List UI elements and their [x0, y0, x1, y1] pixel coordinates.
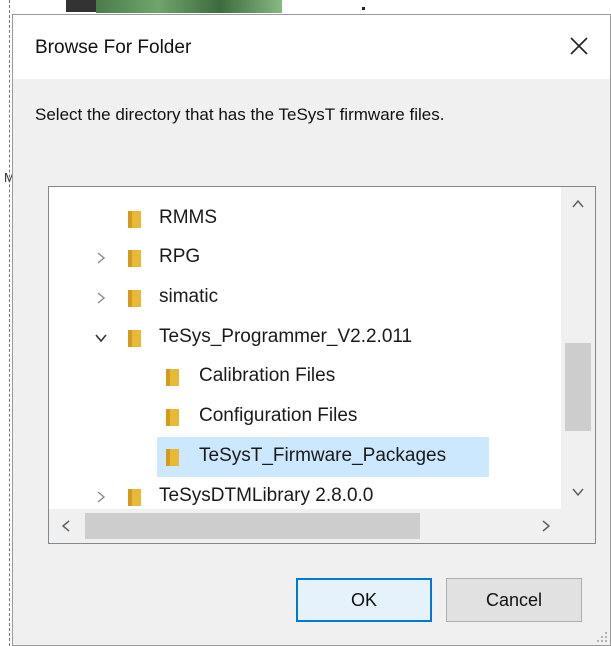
scroll-left-button[interactable] [49, 509, 83, 543]
horizontal-scroll-thumb[interactable] [85, 513, 420, 539]
browse-folder-dialog: Browse For Folder Select the directory t… [12, 14, 611, 646]
chevron-down-icon [572, 488, 584, 497]
cancel-button[interactable]: Cancel [446, 578, 582, 622]
expand-toggle[interactable] [93, 487, 109, 507]
collapse-toggle[interactable] [93, 328, 109, 348]
tree-item[interactable]: RPG [49, 238, 563, 278]
tree-item[interactable]: simatic [49, 278, 563, 318]
instruction-text: Select the directory that has the TeSysT… [35, 105, 445, 124]
tree-item[interactable]: TeSysT_Firmware_Packages [49, 437, 563, 477]
tree-item[interactable]: Calibration Files [49, 357, 563, 397]
folder-icon [128, 250, 141, 267]
close-button[interactable] [562, 31, 596, 61]
folder-icon [128, 330, 141, 347]
tree-item-label: RMMS [159, 207, 218, 228]
chevron-right-icon [97, 292, 106, 304]
folder-icon [128, 290, 141, 307]
background-image [66, 0, 96, 12]
chevron-right-icon [97, 491, 106, 503]
chevron-right-icon [542, 520, 551, 532]
folder-icon [163, 447, 181, 467]
ok-button[interactable]: OK [296, 578, 432, 622]
folder-tree[interactable]: RMMS RPG simatic TeSys_Programmer_V2.2.011 C… [48, 186, 596, 544]
chevron-down-icon [95, 334, 107, 343]
background-selection-border [0, 0, 10, 646]
vertical-scrollbar[interactable] [561, 187, 595, 509]
tree-item-label: RPG [159, 246, 201, 267]
background-dot [362, 7, 365, 10]
folder-icon [128, 211, 141, 228]
scroll-down-button[interactable] [561, 475, 595, 509]
tree-item[interactable]: Configuration Files [49, 397, 563, 437]
expand-toggle[interactable] [93, 288, 109, 308]
tree-item[interactable]: TeSys_Programmer_V2.2.011 [49, 318, 563, 358]
tree-item[interactable]: RMMS [49, 199, 563, 239]
folder-icon [125, 288, 143, 308]
chevron-right-icon [97, 252, 106, 264]
folder-icon [166, 409, 179, 426]
tree-rows: RMMS RPG simatic TeSys_Programmer_V2.2.011 C… [49, 187, 563, 509]
folder-icon [125, 248, 143, 268]
tree-item-label: TeSys_Programmer_V2.2.011 [159, 326, 413, 347]
tree-item-label: TeSysDTMLibrary 2.8.0.0 [159, 485, 374, 506]
tree-item-label: Configuration Files [199, 405, 358, 426]
dialog-title: Browse For Folder [35, 37, 192, 58]
vertical-scroll-thumb[interactable] [565, 343, 591, 431]
folder-icon [125, 487, 143, 507]
tree-item[interactable]: TeSysDTMLibrary 2.8.0.0 [49, 477, 563, 509]
folder-icon [163, 367, 181, 387]
tree-item-label: TeSysT_Firmware_Packages [199, 445, 447, 466]
chevron-up-icon [572, 199, 584, 208]
tree-item-label: Calibration Files [199, 365, 336, 386]
title-bar: Browse For Folder [13, 15, 610, 79]
folder-icon [125, 328, 143, 348]
background-image-strip [96, 0, 282, 13]
folder-icon [166, 449, 179, 466]
scroll-right-button[interactable] [529, 509, 563, 543]
scrollbar-corner [561, 507, 595, 543]
tree-item-label: simatic [159, 286, 219, 307]
close-icon [570, 37, 588, 55]
folder-icon [163, 407, 181, 427]
resize-grip-icon[interactable] [594, 629, 608, 643]
horizontal-scrollbar[interactable] [49, 509, 563, 543]
folder-icon [128, 489, 141, 506]
scroll-up-button[interactable] [561, 187, 595, 221]
folder-icon [166, 369, 179, 386]
expand-toggle[interactable] [93, 248, 109, 268]
chevron-left-icon [61, 520, 70, 532]
folder-icon [125, 209, 143, 229]
